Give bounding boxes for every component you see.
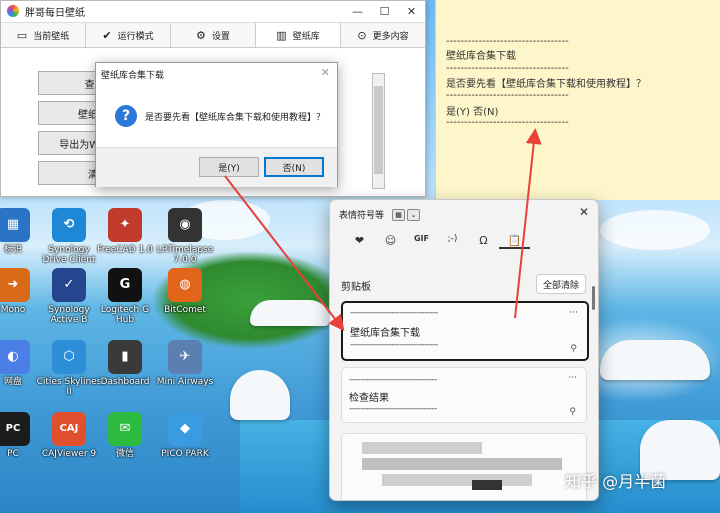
- app-icon: ◍: [168, 268, 202, 302]
- desktop-icon[interactable]: ◉ LRTimelapse 7.0.0: [152, 208, 218, 265]
- app-icon: ◉: [168, 208, 202, 242]
- scrollbar-thumb[interactable]: [374, 86, 383, 174]
- dialog-close-icon[interactable]: ✕: [321, 66, 330, 79]
- desktop-icon[interactable]: ✦ FreeCAD 1.0: [92, 208, 158, 255]
- desktop-icon-label: Logitech G Hub: [100, 305, 150, 325]
- pin-icon[interactable]: ⚲: [570, 344, 577, 354]
- tab-label: 更多内容: [372, 31, 409, 42]
- close-button[interactable]: ✕: [398, 1, 425, 21]
- desktop-icon[interactable]: ◍ BitComet: [152, 268, 218, 315]
- note-line: ----------------------------------: [446, 117, 569, 128]
- tab-label: 当前壁纸: [33, 31, 70, 42]
- minimize-button[interactable]: —: [344, 1, 371, 21]
- tab-settings[interactable]: ⚙ 设置: [171, 23, 256, 47]
- more-options-icon[interactable]: ···: [568, 373, 577, 383]
- tab-bar: ▭ 当前壁纸 ✔ 运行模式 ⚙ 设置 ▥ 壁纸库 ⊙ 更多内容: [1, 22, 425, 48]
- desktop-icon-label: BitComet: [164, 305, 206, 315]
- heart-sticker-icon[interactable]: ❤: [344, 234, 375, 249]
- tab-label: 壁纸库: [292, 31, 320, 42]
- clip-text: 检查结果: [349, 393, 389, 404]
- desktop-icon[interactable]: ✉ 微信: [92, 412, 158, 459]
- clip-dash: --------------------------------: [349, 375, 437, 385]
- window-title: 胖哥每日壁纸: [25, 7, 85, 19]
- app-icon: ▦: [0, 208, 30, 242]
- desktop-icon-label: Dashboard: [100, 377, 150, 387]
- panel-close-icon[interactable]: ✕: [579, 205, 589, 219]
- app-logo-icon: [7, 5, 19, 17]
- desktop-icon[interactable]: G Logitech G Hub: [92, 268, 158, 325]
- clipboard-item[interactable]: -------------------------------- 检查结果 --…: [341, 367, 587, 423]
- app-icon: ➜: [0, 268, 30, 302]
- clipboard-icon[interactable]: 📋: [499, 234, 530, 249]
- app-icon: CAJ: [52, 412, 86, 446]
- app-icon: ✦: [108, 208, 142, 242]
- note-line: ----------------------------------: [446, 90, 569, 101]
- question-icon: ?: [115, 105, 137, 127]
- tab-more-content[interactable]: ⊙ 更多内容: [341, 23, 425, 47]
- app-icon: ⬡: [52, 340, 86, 374]
- clipboard-section-title: 剪贴板: [341, 282, 371, 293]
- maximize-button[interactable]: ☐: [371, 1, 398, 21]
- scrollbar[interactable]: [372, 73, 385, 189]
- desktop-icon-label: 微信: [115, 449, 134, 459]
- note-line: 是(Y) 否(N): [446, 107, 499, 118]
- clip-text: 壁纸库合集下载: [350, 328, 420, 339]
- desktop-icon[interactable]: ✈ Mini Airways: [152, 340, 218, 387]
- tab-run-mode[interactable]: ✔ 运行模式: [86, 23, 171, 47]
- desktop-icon-label: Mini Airways: [156, 377, 214, 387]
- tab-wallpaper-library[interactable]: ▥ 壁纸库: [256, 23, 341, 47]
- symbols-icon[interactable]: Ω: [468, 234, 499, 249]
- layout-grid-icon[interactable]: ▦: [392, 209, 405, 221]
- tab-current-wallpaper[interactable]: ▭ 当前壁纸: [1, 23, 86, 47]
- desktop-icon[interactable]: ◆ PICO PARK: [152, 412, 218, 459]
- checkmark-icon: ✔: [102, 28, 112, 42]
- sticky-note[interactable]: ---------------------------------- 壁纸库合集…: [435, 0, 720, 200]
- clip-dash: --------------------------------: [350, 340, 438, 350]
- note-line: 是否要先看【壁纸库合集下载和使用教程】？: [446, 79, 646, 90]
- more-options-icon[interactable]: ···: [569, 308, 578, 318]
- emoji-clipboard-panel: 表情符号等 ▦ ⌄ ✕ ❤ ☺ GIF ;-) Ω 📋 剪贴板 全部清除 ---…: [329, 199, 599, 501]
- kaomoji-icon[interactable]: ;-): [437, 234, 468, 249]
- desktop-icon-label: LRTimelapse 7.0.0: [156, 245, 214, 265]
- app-icon: ✉: [108, 412, 142, 446]
- desktop-icon[interactable]: ▮ Dashboard: [92, 340, 158, 387]
- clipboard-item-blurred[interactable]: [341, 433, 587, 500]
- monitor-icon: ▭: [16, 28, 28, 42]
- note-line: 壁纸库合集下载: [446, 51, 516, 62]
- collapse-icon[interactable]: ⌄: [407, 209, 420, 221]
- app-icon: ✓: [52, 268, 86, 302]
- gear-icon: ⚙: [196, 28, 206, 42]
- tab-label: 设置: [211, 31, 230, 42]
- panel-scrollbar[interactable]: [592, 286, 595, 310]
- dialog-title: 壁纸库合集下载: [101, 70, 165, 81]
- pin-icon[interactable]: ⚲: [569, 407, 576, 417]
- note-line: ----------------------------------: [446, 63, 569, 74]
- app-icon: PC: [0, 412, 30, 446]
- app-icon: G: [108, 268, 142, 302]
- desktop-icon-label: FreeCAD 1.0: [97, 245, 153, 255]
- app-icon: ⟲: [52, 208, 86, 242]
- tab-label: 运行模式: [117, 31, 154, 42]
- app-icon: ✈: [168, 340, 202, 374]
- category-bar: ❤ ☺ GIF ;-) Ω 📋: [344, 234, 530, 249]
- note-line: ----------------------------------: [446, 36, 569, 47]
- yes-button[interactable]: 是(Y): [199, 157, 259, 177]
- app-icon: ▮: [108, 340, 142, 374]
- clipboard-item[interactable]: -------------------------------- 壁纸库合集下载…: [341, 301, 589, 361]
- gif-icon[interactable]: GIF: [406, 234, 437, 249]
- watermark: 知乎 @月半菌: [565, 472, 667, 491]
- dialog-message: 是否要先看【壁纸库合集下载和使用教程】？: [145, 112, 326, 123]
- more-circle-icon: ⊙: [357, 28, 367, 42]
- library-icon: ▥: [276, 28, 287, 42]
- app-icon: ◆: [168, 412, 202, 446]
- confirm-dialog: 壁纸库合集下载 ✕ ? 是否要先看【壁纸库合集下载和使用教程】？ 是(Y) 否(…: [95, 62, 338, 187]
- no-button[interactable]: 否(N): [264, 157, 324, 177]
- app-icon: ◐: [0, 340, 30, 374]
- panel-title: 表情符号等: [339, 211, 385, 221]
- desktop-icon-label: PICO PARK: [161, 449, 209, 459]
- clip-dash: --------------------------------: [349, 404, 437, 414]
- clip-dash: --------------------------------: [350, 308, 438, 318]
- emoji-icon[interactable]: ☺: [375, 234, 406, 249]
- clear-all-button[interactable]: 全部清除: [536, 274, 586, 294]
